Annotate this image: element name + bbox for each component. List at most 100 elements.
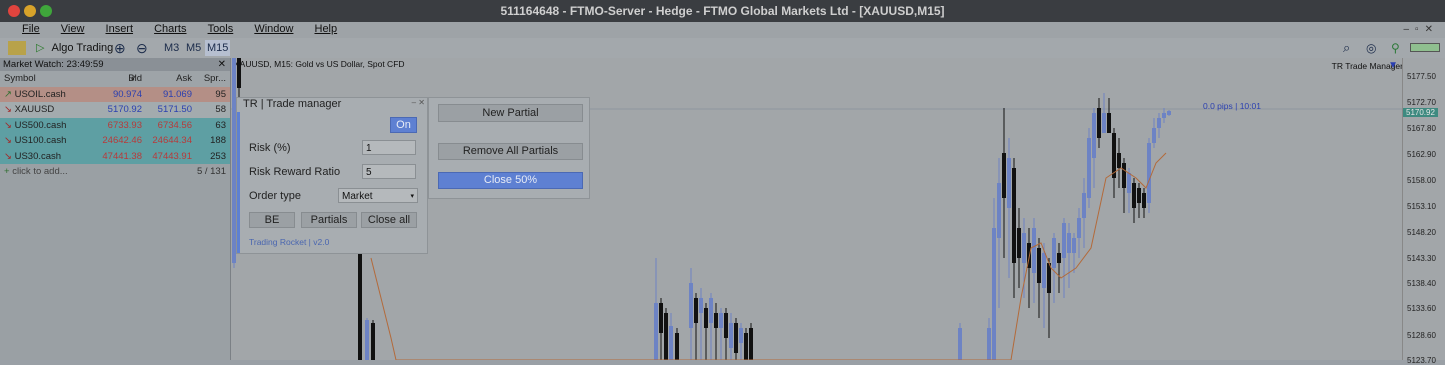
risk-input[interactable]: 1: [362, 140, 416, 155]
spread-cell: 63: [215, 119, 226, 131]
order-type-label: Order type: [249, 190, 301, 202]
col-symbol[interactable]: Symbol: [4, 71, 36, 87]
pips-label: 0.0 pips | 10:01: [1203, 101, 1261, 111]
arrow-up-icon: ↗: [4, 88, 12, 100]
candle-body: [1017, 228, 1021, 258]
table-row[interactable]: ↘ US500.cash 6733.93 6734.56 63: [0, 117, 230, 133]
spread-cell: 188: [210, 135, 226, 146]
panel-accent-bar: [237, 112, 240, 253]
symbol-cell: ↘ US100.cash: [4, 135, 67, 146]
order-type-value: Market: [342, 191, 373, 202]
menu-insert[interactable]: Insert: [106, 23, 134, 35]
search-icon[interactable]: ⌕: [1343, 40, 1350, 56]
on-toggle-button[interactable]: On: [390, 117, 417, 133]
candle-body: [734, 323, 738, 353]
rr-input[interactable]: 5: [362, 164, 416, 179]
panel-controls[interactable]: – ✕: [412, 98, 425, 107]
remove-all-partials-button[interactable]: Remove All Partials: [438, 143, 583, 160]
plus-icon: +: [4, 166, 10, 177]
candle-body: [704, 308, 708, 328]
bid-cell: 90.974: [112, 88, 142, 100]
partials-button[interactable]: Partials: [301, 212, 357, 228]
candle-body: [1052, 238, 1056, 268]
window-titlebar: 511164648 - FTMO-Server - Hedge - FTMO G…: [0, 0, 1445, 22]
window-title: 511164648 - FTMO-Server - Hedge - FTMO G…: [500, 4, 945, 18]
ask-cell: 6734.56: [157, 119, 192, 131]
candle-body: [675, 333, 679, 360]
candle-body: [1012, 168, 1016, 263]
timeframe-m5[interactable]: M5: [186, 40, 201, 56]
algo-trading-button[interactable]: ▷ Algo Trading: [36, 40, 113, 56]
menu-view[interactable]: View: [61, 23, 85, 35]
candle-body: [1007, 158, 1011, 208]
table-row[interactable]: ↗ USOIL.cash 90.974 91.069 95: [0, 86, 230, 102]
candle-body: [958, 328, 962, 360]
new-partial-button[interactable]: New Partial: [438, 104, 583, 122]
spread-cell: 253: [210, 150, 226, 162]
candle-body: [987, 328, 991, 360]
account-icon[interactable]: ◎: [1366, 40, 1376, 56]
price-tick: 5133.60: [1407, 304, 1436, 313]
candle-body: [1072, 238, 1076, 253]
candle-body: [714, 313, 718, 328]
signal-icon[interactable]: ⚲: [1391, 40, 1400, 56]
timeframe-m3[interactable]: M3: [164, 40, 179, 56]
algo-trading-label: Algo Trading: [51, 42, 114, 54]
candle-body: [365, 320, 369, 360]
be-button[interactable]: BE: [249, 212, 295, 228]
zoom-in-icon[interactable]: ⊕: [114, 40, 126, 56]
candle-body: [371, 323, 375, 360]
ask-cell: 5171.50: [157, 104, 192, 115]
price-tick: 5162.90: [1407, 150, 1436, 159]
table-row[interactable]: ↘ US100.cash 24642.46 24644.34 188: [0, 133, 230, 149]
candle-body: [699, 298, 703, 313]
trade-manager-panel: TR | Trade manager – ✕ On Risk (%) 1 Ris…: [236, 97, 428, 254]
spread-cell: 58: [215, 104, 226, 115]
ask-cell: 24644.34: [152, 135, 192, 146]
candle-body: [1152, 128, 1156, 143]
connection-bar-icon: [1410, 43, 1440, 52]
menu-tools[interactable]: Tools: [208, 23, 234, 35]
table-row[interactable]: ↘ XAUUSD 5170.92 5171.50 58: [0, 102, 230, 118]
candle-body: [709, 298, 713, 323]
candle-body: [1042, 253, 1046, 288]
col-spread[interactable]: Spr...: [192, 71, 226, 87]
candle-body: [1082, 193, 1086, 218]
add-symbol-row[interactable]: + click to add... 5 / 131: [0, 164, 230, 180]
close-50-button[interactable]: Close 50%: [438, 172, 583, 189]
checkmark-icon: ✓: [130, 73, 138, 84]
price-tick: 5167.80: [1407, 124, 1436, 133]
menu-file[interactable]: File: [22, 23, 40, 35]
price-tick: 5172.70: [1407, 98, 1436, 107]
col-ask[interactable]: Ask: [142, 71, 192, 87]
order-type-select[interactable]: Market ▾: [338, 188, 418, 203]
mdi-controls[interactable]: –▫✕: [1404, 24, 1440, 35]
menu-help[interactable]: Help: [315, 23, 338, 35]
candle-body: [1057, 253, 1061, 263]
lock-icon[interactable]: [8, 41, 26, 55]
price-tick: 5138.40: [1407, 279, 1436, 288]
market-watch-title: Market Watch: 23:49:59: [3, 59, 104, 70]
candle-body: [669, 326, 673, 360]
candle-body: [1162, 113, 1166, 118]
trade-manager-title: TR | Trade manager: [243, 98, 342, 110]
market-watch-columns: Symbol Bid ✓ Ask Spr...: [0, 71, 230, 87]
chevron-down-icon: ▾: [410, 193, 414, 200]
candle-body: [1067, 233, 1071, 253]
close-icon[interactable]: ✕: [218, 58, 226, 71]
menu-window[interactable]: Window: [254, 23, 293, 35]
table-row[interactable]: ↘ US30.cash 47441.38 47443.91 253: [0, 148, 230, 164]
menu-charts[interactable]: Charts: [154, 23, 186, 35]
arrow-down-icon: ↘: [4, 150, 12, 162]
price-tick: 5128.60: [1407, 331, 1436, 340]
candle-body: [689, 283, 693, 328]
candle-body: [739, 328, 743, 343]
candle-body: [1102, 113, 1106, 133]
footer-link[interactable]: Trading Rocket | v2.0: [249, 237, 329, 247]
close-all-button[interactable]: Close all: [361, 212, 417, 228]
timeframe-m15[interactable]: M15: [205, 40, 231, 56]
candle-body: [1137, 188, 1141, 203]
zoom-out-icon[interactable]: ⊖: [136, 40, 148, 56]
price-tick: 5123.70: [1407, 356, 1436, 365]
candle-body: [1022, 233, 1026, 263]
